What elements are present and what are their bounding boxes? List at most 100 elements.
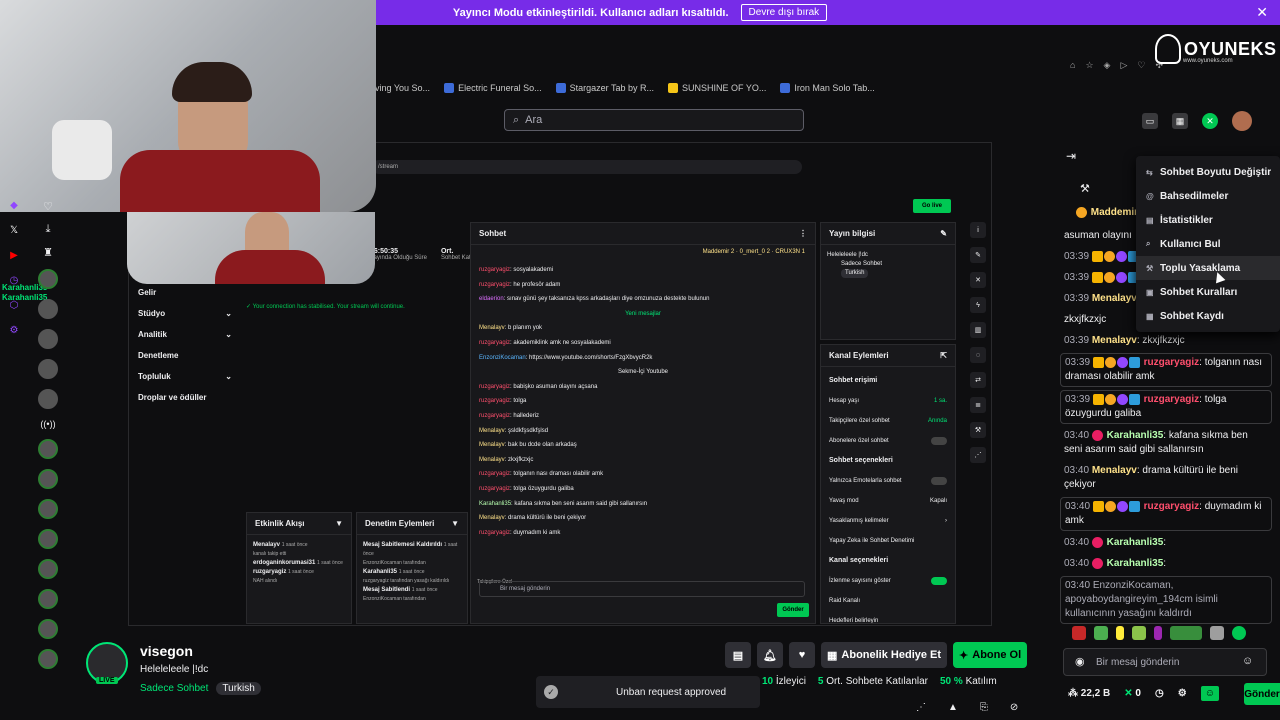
avatar[interactable] xyxy=(38,529,58,549)
bookmark-item[interactable]: Electric Funeral So... xyxy=(444,83,542,93)
avatar[interactable] xyxy=(38,359,58,379)
menu-item[interactable]: ▤ İstatistikler xyxy=(1136,208,1280,232)
unpin-icon[interactable]: ⊘ xyxy=(1010,702,1018,713)
dashboard-chat-input[interactable]: Bir mesaj gönderin xyxy=(479,581,805,597)
setting-goals[interactable]: Hedefleri belirleyin xyxy=(829,611,947,623)
cross-icon[interactable]: ✕ xyxy=(970,272,986,288)
nav-item-drops[interactable]: Droplar ve ödüller xyxy=(138,393,232,402)
pen-icon[interactable]: ✎ xyxy=(970,247,986,263)
bookmark-item[interactable]: oving You So... xyxy=(370,83,430,93)
pro-icon[interactable]: ▭ xyxy=(1142,113,1158,129)
menu-item[interactable]: @ Bahsedilmeler xyxy=(1136,184,1280,208)
settings-icon[interactable]: ⚙ xyxy=(1178,688,1187,699)
avatar[interactable] xyxy=(38,499,58,519)
share-icon[interactable]: ⋰ xyxy=(970,447,986,463)
category-link[interactable]: Sadece Sohbet xyxy=(140,683,208,694)
setting-followers-only[interactable]: Takipçilere özel sohbet Anında xyxy=(829,411,947,431)
kick-icon[interactable]: ✕ xyxy=(1202,113,1218,129)
avatar[interactable] xyxy=(1232,111,1252,131)
setting-show-viewers[interactable]: İzlenme sayısını göster xyxy=(829,571,947,591)
bookmark-icon[interactable]: ☆ xyxy=(1085,60,1093,71)
nav-item-studio[interactable]: Stüdyo ⌄ xyxy=(138,309,232,318)
youtube-icon[interactable]: ▶ xyxy=(10,250,18,261)
emoji-icon[interactable]: ☺ xyxy=(1242,655,1253,667)
toggle[interactable] xyxy=(931,477,947,485)
setting-ai-moderation[interactable]: Yapay Zeka ile Sohbet Denetimi xyxy=(829,531,947,551)
disable-streamer-mode-button[interactable]: Devre dışı bırak xyxy=(740,4,828,21)
avatar[interactable] xyxy=(38,559,58,579)
menu-item[interactable]: ▣ Sohbet Kuralları xyxy=(1136,280,1280,304)
download-icon[interactable]: ⤓ xyxy=(46,223,51,236)
emote[interactable] xyxy=(1132,626,1146,640)
chat-input[interactable]: Bir mesaj gönderin xyxy=(1063,648,1267,676)
menu-item[interactable]: ▦ Sohbet Kaydı xyxy=(1136,304,1280,328)
emote[interactable] xyxy=(1072,626,1086,640)
dashboard-url-bar[interactable]: /stream xyxy=(372,160,802,174)
emote-picker-icon[interactable]: ☺ xyxy=(1200,686,1219,701)
menu-item[interactable]: ⇆ Sohbet Boyutu Değiştir xyxy=(1136,160,1280,184)
heart-icon[interactable]: ♡ xyxy=(43,200,53,213)
radio-icon[interactable]: ((•)) xyxy=(40,419,55,429)
x-icon[interactable]: 𝕏 xyxy=(10,225,18,236)
gift-sub-button[interactable]: ▦ Abonelik Hediye Et xyxy=(821,642,948,668)
bookmark-item[interactable]: SUNSHINE OF YO... xyxy=(667,83,766,93)
avatar[interactable] xyxy=(38,649,58,669)
clock-icon[interactable]: ◷ xyxy=(1155,688,1164,699)
trash-icon[interactable]: ▥ xyxy=(970,322,986,338)
bookmark-item[interactable]: Iron Man Solo Tab... xyxy=(780,83,875,93)
chat-send-button[interactable]: Gönder xyxy=(1244,683,1280,705)
dashboard-icon[interactable]: ▦ xyxy=(1172,113,1188,129)
dashboard-send-button[interactable]: Gönder xyxy=(777,603,809,617)
share-icon[interactable]: ⋰ xyxy=(916,702,926,713)
avatar[interactable] xyxy=(38,389,58,409)
avatar[interactable] xyxy=(38,589,58,609)
follow-button[interactable]: ♥ xyxy=(789,642,815,668)
cast-icon[interactable]: ▷ xyxy=(1120,60,1127,71)
notifications-button[interactable]: 🔔︎ xyxy=(757,642,783,668)
setting-raid[interactable]: Raid Kanalı xyxy=(829,591,947,611)
emote[interactable] xyxy=(1154,626,1162,640)
avatar[interactable] xyxy=(38,439,58,459)
menu-item[interactable]: ⚒ Toplu Yasaklama xyxy=(1136,256,1280,280)
go-live-button[interactable]: Go live xyxy=(913,199,951,213)
channel-name[interactable]: visegon xyxy=(140,643,193,659)
subscribe-button[interactable]: ✦ Abone Ol xyxy=(953,642,1028,668)
emote[interactable] xyxy=(1232,626,1246,640)
bookmark-item[interactable]: Stargazer Tab by R... xyxy=(555,83,654,93)
avatar[interactable] xyxy=(38,269,58,289)
nav-item-moderation[interactable]: Denetleme xyxy=(138,351,232,360)
info-icon[interactable]: i xyxy=(970,222,986,238)
emote[interactable] xyxy=(1210,626,1224,640)
language-tag[interactable]: Turkish xyxy=(216,682,261,695)
settings-icon[interactable]: ⚙ xyxy=(10,325,19,336)
avatar[interactable] xyxy=(38,299,58,319)
shield-icon[interactable]: ◈ xyxy=(1104,60,1111,71)
toggle[interactable] xyxy=(931,437,947,445)
search-input[interactable]: ⌕ Ara xyxy=(504,109,804,131)
nav-item-analytics[interactable]: Analitik ⌄ xyxy=(138,330,232,339)
setting-subs-only[interactable]: Abonelere özel sohbet xyxy=(829,431,947,451)
emote[interactable] xyxy=(1170,626,1202,640)
close-icon[interactable]: ✕ xyxy=(1256,4,1268,21)
pin-icon[interactable]: ⌂ xyxy=(1070,60,1075,71)
toggle[interactable] xyxy=(931,577,947,585)
avatar[interactable] xyxy=(38,329,58,349)
setting-emote-only[interactable]: Yalnızca Emotelarla sohbet xyxy=(829,471,947,491)
menu-item[interactable]: ⌕ Kullanıcı Bul xyxy=(1136,232,1280,256)
setting-slow-mode[interactable]: Yavaş mod Kapalı xyxy=(829,491,947,511)
emote[interactable] xyxy=(1116,626,1124,640)
warning-icon[interactable]: ▲ xyxy=(948,702,958,713)
points-display[interactable]: ⁂ 22,2 B xyxy=(1068,688,1110,699)
mod-view-button[interactable]: ▤ xyxy=(725,642,751,668)
heart-icon[interactable]: ♡ xyxy=(1137,60,1145,71)
hammer-icon[interactable]: ⚒ xyxy=(1080,182,1090,195)
setting-account-age[interactable]: Hesap yaşı 1 sa. xyxy=(829,391,947,411)
setting-banned-words[interactable]: Yasaklanmış kelimeler › xyxy=(829,511,947,531)
hammer-icon[interactable]: ⚒ xyxy=(970,422,986,438)
list-icon[interactable]: ≣ xyxy=(970,397,986,413)
bolt-icon[interactable]: ϟ xyxy=(970,297,986,313)
clip-icon[interactable]: ⎘ xyxy=(980,702,988,713)
trophy-icon[interactable]: ♜ xyxy=(43,246,53,259)
nav-item-gelir[interactable]: Gelir xyxy=(138,288,232,297)
chat-icon[interactable]: ◌ xyxy=(970,347,986,363)
